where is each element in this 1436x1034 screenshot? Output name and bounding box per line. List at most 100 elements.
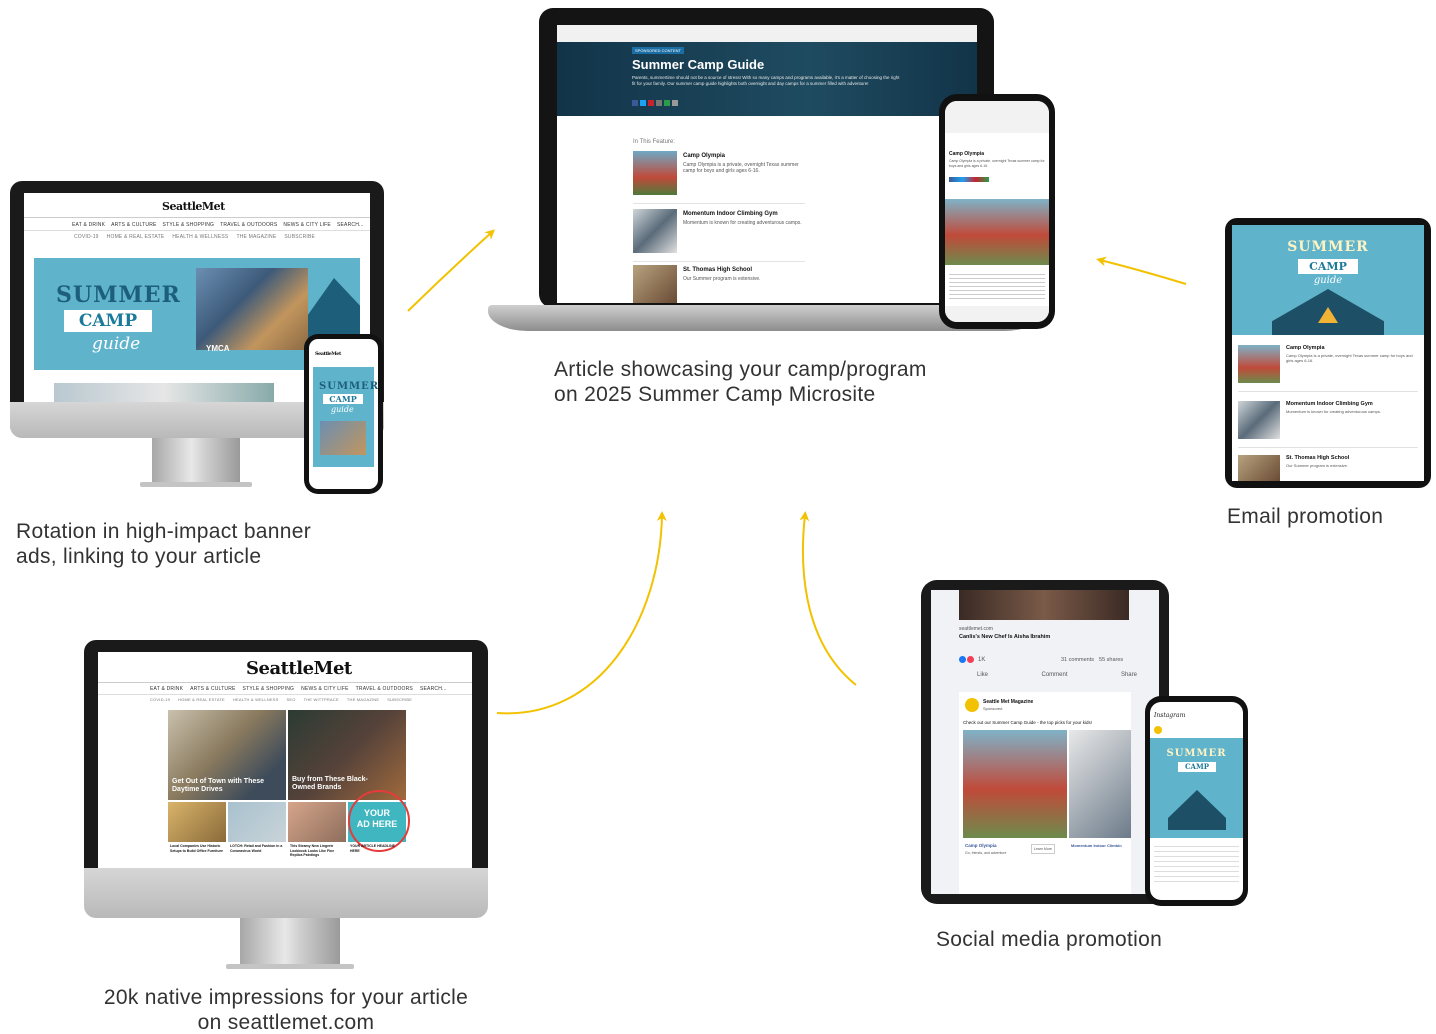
fb-card-1-subtitle: Go, friends, and adventure — [965, 851, 1007, 855]
phone-article-photo — [945, 199, 1049, 265]
nav-arts-culture[interactable]: ARTS & CULTURE — [111, 222, 156, 228]
native-small-story-2[interactable]: LOTCH: Retail and Fashion in a Coronavir… — [230, 844, 284, 853]
email-item-1-desc: Camp Olympia is a private, overnight Tex… — [1286, 353, 1413, 363]
native-site-logo[interactable]: SeattleMet — [246, 658, 352, 679]
feature-article-2[interactable]: Momentum Indoor Climbing Gym Momentum is… — [633, 209, 805, 255]
native-subnav-home[interactable]: HOME & REAL ESTATE — [178, 697, 225, 702]
subnav-magazine[interactable]: THE MAGAZINE — [236, 234, 276, 240]
phone-camp-text: CAMP — [323, 394, 363, 404]
native-nav-eat-drink[interactable]: EAT & DRINK — [150, 686, 183, 692]
feature-article-1-title[interactable]: Camp Olympia — [683, 153, 725, 160]
fb-learn-more-button[interactable]: Learn More — [1031, 844, 1055, 854]
native-nav-arts-culture[interactable]: ARTS & CULTURE — [190, 686, 235, 692]
native-main-nav: EAT & DRINK ARTS & CULTURE STYLE & SHOPP… — [150, 686, 447, 692]
nav-eat-drink[interactable]: EAT & DRINK — [72, 222, 105, 228]
fb-sponsored-label: Sponsored — [983, 706, 1003, 711]
phone-guide-text: guide — [331, 405, 354, 414]
email-item-3-title[interactable]: St. Thomas High School — [1286, 455, 1349, 462]
nav-style-shopping[interactable]: STYLE & SHOPPING — [163, 222, 215, 228]
ig-page-avatar[interactable] — [1154, 726, 1162, 734]
native-story-2-title[interactable]: Buy from These Black-Owned Brands — [292, 776, 372, 792]
search-link[interactable]: SEARCH... — [337, 222, 364, 228]
native-nav-style-shopping[interactable]: STYLE & SHOPPING — [243, 686, 295, 692]
fb-page-name[interactable]: Seattle Met Magazine — [983, 699, 1033, 706]
site-logo[interactable]: SeattleMet — [162, 200, 225, 213]
native-small-story-1[interactable]: Local Companies Use Historic Setups to B… — [170, 844, 224, 853]
twitter-icon[interactable] — [640, 100, 646, 106]
feature-article-3-title[interactable]: St. Thomas High School — [683, 267, 752, 274]
ig-summer-text: SUMMER — [1166, 748, 1227, 759]
subnav-covid[interactable]: COVID-19 — [74, 234, 99, 240]
native-story-1-title[interactable]: Get Out of Town with These Daytime Drive… — [172, 778, 280, 794]
print-icon[interactable] — [664, 100, 670, 106]
email-tablet: SUMMER CAMP guide Camp Olympia Camp Olym… — [1225, 218, 1431, 488]
native-subnav-magazine[interactable]: THE MAGAZINE — [347, 697, 379, 702]
fb-comment-count[interactable]: 31 comments — [1061, 657, 1094, 663]
subnav-home[interactable]: HOME & REAL ESTATE — [107, 234, 165, 240]
fb-share-button[interactable]: Share — [1121, 672, 1137, 678]
email-item-2-title[interactable]: Momentum Indoor Climbing Gym — [1286, 401, 1373, 408]
facebook-icon[interactable] — [632, 100, 638, 106]
banner-camp-text: CAMP — [64, 310, 152, 332]
fb-comment-button[interactable]: Comment — [1041, 672, 1067, 678]
fb-link-headline[interactable]: Canlis's New Chef Is Aisha Ibrahim — [959, 634, 1050, 641]
instagram-wordmark: Instagram — [1154, 712, 1186, 719]
native-story-1[interactable]: Get Out of Town with These Daytime Drive… — [168, 710, 286, 800]
native-story-2[interactable]: Buy from These Black-Owned Brands — [288, 710, 406, 800]
fb-card-2-photo[interactable] — [1069, 730, 1131, 838]
feature-article-1[interactable]: Camp Olympia Camp Olympia is a private, … — [633, 151, 805, 197]
banner-summer-text: SUMMER — [56, 282, 181, 308]
native-subnav-subscribe[interactable]: SUBSCRIBE — [387, 697, 412, 702]
fb-link-source: seattlemet.com — [959, 626, 993, 632]
email-guide-text: guide — [1313, 275, 1343, 286]
link-icon[interactable] — [672, 100, 678, 106]
email-summer-camp-header[interactable]: SUMMER CAMP guide — [1232, 225, 1424, 335]
email-camp-text: CAMP — [1298, 259, 1358, 274]
fb-card-1-photo[interactable] — [963, 730, 1067, 838]
phone-summer-text: SUMMER — [319, 381, 378, 392]
email-summer-text: SUMMER — [1287, 239, 1369, 255]
microsite-intro: Parents, summertime should not be a sour… — [632, 75, 900, 86]
fb-like-button[interactable]: Like — [977, 672, 988, 678]
native-subnav-health[interactable]: HEALTH & WELLNESS — [233, 697, 279, 702]
feature-article-2-title[interactable]: Momentum Indoor Climbing Gym — [683, 211, 778, 218]
email-item-3[interactable]: St. Thomas High School Our Summer progra… — [1238, 453, 1418, 481]
phone-article-title: Camp Olympia — [949, 151, 985, 157]
pinterest-icon[interactable] — [648, 100, 654, 106]
native-search-link[interactable]: SEARCH... — [420, 686, 447, 692]
native-subnav-seo[interactable]: SEO — [287, 697, 296, 702]
email-item-1[interactable]: Camp Olympia Camp Olympia is a private, … — [1238, 343, 1418, 385]
nav-travel-outdoors[interactable]: TRAVEL & OUTDOORS — [220, 222, 277, 228]
email-item-2[interactable]: Momentum Indoor Climbing Gym Momentum is… — [1238, 399, 1418, 441]
native-nav-news-city-life[interactable]: NEWS & CITY LIFE — [301, 686, 349, 692]
fb-sponsored-post: Seattle Met Magazine Sponsored Check out… — [959, 692, 1131, 894]
native-small-story-3[interactable]: This Steamy New Lingerie Lookbook Looks … — [290, 844, 344, 858]
fb-share-count[interactable]: 55 shares — [1099, 657, 1123, 663]
ig-post-image[interactable]: SUMMER CAMP — [1150, 738, 1243, 838]
banner-kids-photo — [196, 268, 308, 350]
microsite-screen: SPONSORED CONTENT Summer Camp Guide Pare… — [557, 25, 977, 303]
like-reaction-icon — [959, 656, 966, 663]
subnav-health[interactable]: HEALTH & WELLNESS — [172, 234, 228, 240]
fb-engagement: 31 comments 55 shares — [1061, 657, 1123, 663]
feature-label: In This Feature: — [633, 139, 675, 145]
microsite-phone: Camp Olympia Camp Olympia is a private, … — [939, 94, 1055, 329]
nav-news-city-life[interactable]: NEWS & CITY LIFE — [283, 222, 331, 228]
arrow-banner-to-microsite — [407, 229, 495, 312]
email-item-1-title[interactable]: Camp Olympia — [1286, 345, 1325, 352]
native-nav-travel-outdoors[interactable]: TRAVEL & OUTDOORS — [356, 686, 413, 692]
fb-card-1-title[interactable]: Camp Olympia — [965, 842, 997, 849]
social-tablet: seattlemet.com Canlis's New Chef Is Aish… — [921, 580, 1169, 904]
page-avatar[interactable] — [965, 698, 979, 712]
fb-card-2-title[interactable]: Momentum Indoor Climbin — [1071, 842, 1122, 849]
feature-article-1-desc: Camp Olympia is a private, overnight Tex… — [683, 162, 799, 174]
native-ad-headline[interactable]: YOUR ARTICLE HEADLINE HERE — [350, 844, 404, 853]
banner-main-nav: EAT & DRINK ARTS & CULTURE STYLE & SHOPP… — [72, 222, 364, 228]
email-icon[interactable] — [656, 100, 662, 106]
feature-article-3[interactable]: St. Thomas High School Our Summer progra… — [633, 265, 805, 303]
subnav-subscribe[interactable]: SUBSCRIBE — [284, 234, 315, 240]
banner-sub-nav: COVID-19 HOME & REAL ESTATE HEALTH & WEL… — [74, 234, 315, 240]
native-subnav-covid[interactable]: COVID-19 — [150, 697, 170, 702]
native-subnav-wittprace[interactable]: THE WITTPRACE — [304, 697, 339, 702]
phone-summer-camp-ad[interactable]: SUMMER CAMP guide — [313, 367, 378, 467]
